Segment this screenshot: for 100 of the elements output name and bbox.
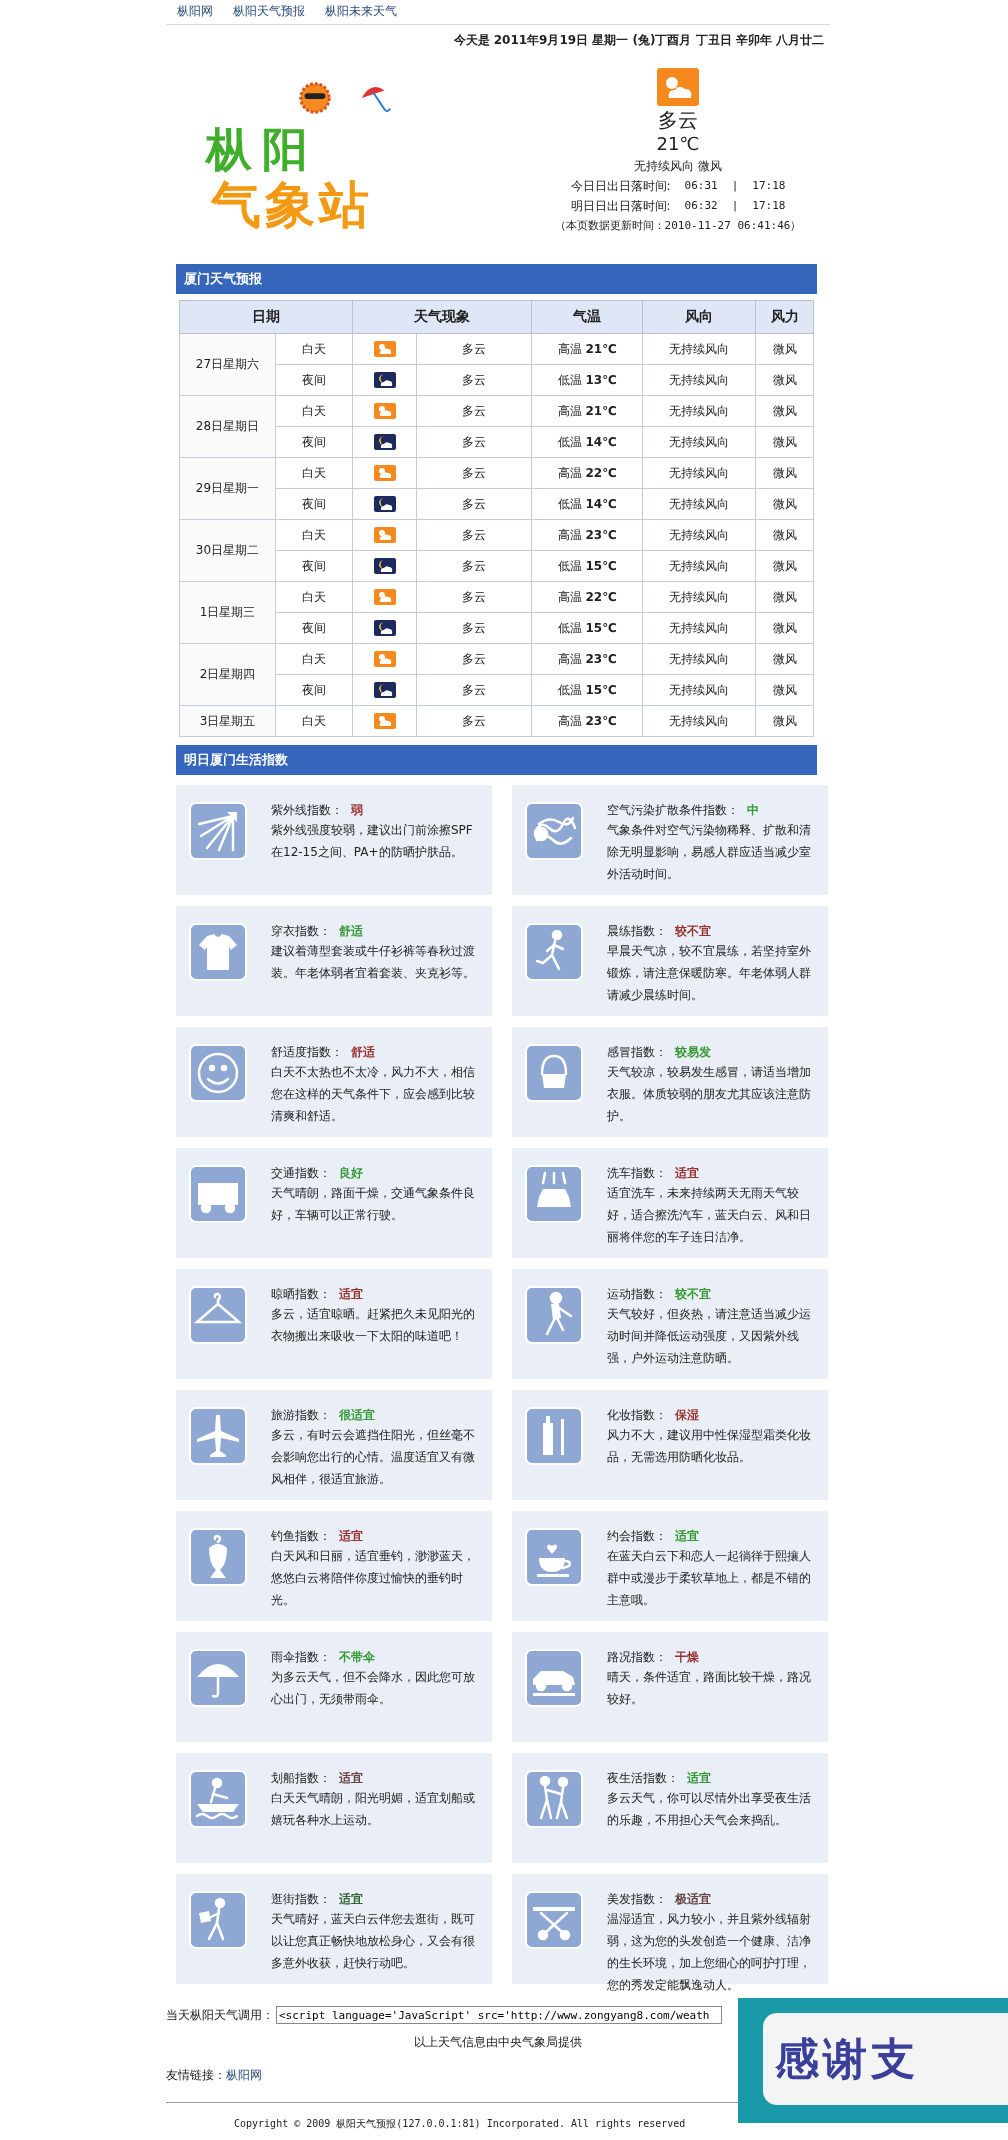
wind-direction-cell: 无持续风向 bbox=[642, 333, 756, 365]
weather-cell: 多云 bbox=[416, 550, 532, 582]
cup-icon bbox=[525, 1528, 583, 1586]
moon-cloud-icon bbox=[373, 372, 396, 388]
index-label: 路况指数： bbox=[607, 1650, 667, 1664]
index-description: 天气晴朗，路面干燥，交通气象条件良好，车辆可以正常行驶。 bbox=[271, 1185, 476, 1224]
source-note: 以上天气信息由中央气象局提供 bbox=[413, 2034, 583, 2051]
airplane-icon bbox=[189, 1407, 247, 1465]
t-shirt-icon bbox=[189, 923, 247, 981]
period-cell: 白天 bbox=[275, 519, 353, 551]
friend-link[interactable]: 枞阳网 bbox=[226, 2068, 262, 2082]
moon-cloud-icon bbox=[373, 496, 396, 512]
date-cell: 1日星期三 bbox=[179, 581, 276, 644]
wind-text: 无持续风向 微风 bbox=[634, 158, 722, 175]
index-value: 中 bbox=[747, 803, 759, 817]
moon-cloud-icon bbox=[373, 620, 396, 636]
sun-cloud-icon bbox=[373, 341, 396, 357]
index-label: 美发指数： bbox=[607, 1892, 667, 1906]
sun-icon bbox=[296, 79, 334, 117]
date-cell: 30日星期二 bbox=[179, 519, 276, 582]
index-value: 较不宜 bbox=[675, 924, 711, 938]
temperature-cell: 低温 15℃ bbox=[531, 612, 643, 644]
index-value: 适宜 bbox=[339, 1771, 363, 1785]
wind-force-cell: 微风 bbox=[756, 674, 814, 706]
index-label: 化妆指数： bbox=[607, 1408, 667, 1422]
update-time-text: （本页数据更新时间：2010-11-27 06:41:46） bbox=[554, 218, 802, 234]
wind-force-cell: 微风 bbox=[756, 612, 814, 644]
sun-time-label: 今日日出日落时间: bbox=[570, 178, 671, 195]
index-value: 适宜 bbox=[339, 1892, 363, 1906]
sun-cloud-icon bbox=[373, 651, 396, 667]
index-label: 钓鱼指数： bbox=[271, 1529, 331, 1543]
wind-direction-cell: 无持续风向 bbox=[642, 364, 756, 396]
wind-direction-cell: 无持续风向 bbox=[642, 612, 756, 644]
index-value: 很适宜 bbox=[339, 1408, 375, 1422]
index-label: 雨伞指数： bbox=[271, 1650, 331, 1664]
index-value: 较不宜 bbox=[675, 1287, 711, 1301]
weather-cell: 多云 bbox=[416, 674, 532, 706]
temperature-cell: 低温 15℃ bbox=[531, 674, 643, 706]
index-value: 舒适 bbox=[339, 924, 363, 938]
period-cell: 夜间 bbox=[275, 426, 353, 458]
index-description: 天气较好，但炎热，请注意适当减少运动时间并降低运动强度，又因紫外线强，户外运动注意防晒。 bbox=[607, 1306, 812, 1367]
sunset-time: 17:18 bbox=[752, 178, 786, 194]
nav-link[interactable]: 枞阳网 bbox=[177, 3, 213, 24]
scissors-icon bbox=[525, 1891, 583, 1949]
nav-link[interactable]: 枞阳天气预报 bbox=[233, 3, 305, 24]
column-header: 气温 bbox=[531, 300, 643, 334]
umbrella-icon bbox=[189, 1649, 247, 1707]
wind-force-cell: 微风 bbox=[756, 581, 814, 613]
column-header: 日期 bbox=[179, 300, 353, 334]
bus-icon bbox=[189, 1165, 247, 1223]
date-cell: 27日星期六 bbox=[179, 333, 276, 396]
weather-text: 多云 bbox=[658, 108, 698, 132]
index-description: 适宜洗车，未来持续两天无雨天气较好，适合擦洗汽车，蓝天白云、风和日丽将伴您的车子连日洁净。 bbox=[607, 1185, 812, 1246]
period-cell: 白天 bbox=[275, 581, 353, 613]
period-cell: 白天 bbox=[275, 705, 353, 737]
wind-direction-cell: 无持续风向 bbox=[642, 581, 756, 613]
index-description: 天气晴好，蓝天白云伴您去逛街，既可以让您真正畅快地放松身心，又会有很多意外收获，赶快行动吧。 bbox=[271, 1911, 476, 1972]
index-label: 穿衣指数： bbox=[271, 924, 331, 938]
wind-force-cell: 微风 bbox=[756, 488, 814, 520]
period-cell: 白天 bbox=[275, 457, 353, 489]
temperature-cell: 低温 15℃ bbox=[531, 550, 643, 582]
nav-link[interactable]: 枞阳未来天气 bbox=[325, 3, 397, 24]
embed-code-field[interactable]: <script language='JavaScript' src='http://www.zongyang8.com/weath bbox=[276, 2006, 722, 2024]
index-description: 晴天，条件适宜，路面比较干燥，路况较好。 bbox=[607, 1669, 812, 1708]
index-label: 夜生活指数： bbox=[607, 1771, 679, 1785]
index-value: 不带伞 bbox=[339, 1650, 375, 1664]
index-value: 极适宜 bbox=[675, 1892, 711, 1906]
index-label: 交通指数： bbox=[271, 1166, 331, 1180]
period-cell: 白天 bbox=[275, 333, 353, 365]
weather-cell: 多云 bbox=[416, 612, 532, 644]
index-description: 紫外线强度较弱，建议出门前涂擦SPF在12-15之间、PA+的防晒护肤品。 bbox=[271, 822, 474, 861]
index-description: 在蓝天白云下和恋人一起徜徉于熙攘人群中或漫步于柔软草地上，都是不错的主意哦。 bbox=[607, 1548, 812, 1609]
index-value: 弱 bbox=[351, 803, 363, 817]
weather-cell: 多云 bbox=[416, 705, 532, 737]
banner-text: 感谢支 bbox=[763, 2013, 1008, 2105]
index-label: 空气污染扩散条件指数： bbox=[607, 803, 739, 817]
temperature-cell: 低温 14℃ bbox=[531, 488, 643, 520]
weather-cell: 多云 bbox=[416, 519, 532, 551]
index-description: 建议着薄型套装或牛仔衫裤等春秋过渡装。年老体弱者宜着套装、夹克衫等。 bbox=[271, 943, 476, 982]
sunrise-time: 06:31 bbox=[684, 178, 718, 194]
runner-icon bbox=[525, 923, 583, 981]
index-description: 白天不太热也不太冷，风力不大，相信您在这样的天气条件下，应会感到比较清爽和舒适。 bbox=[271, 1064, 476, 1125]
wind-direction-cell: 无持续风向 bbox=[642, 550, 756, 582]
smiley-icon bbox=[189, 1044, 247, 1102]
index-description: 天气较凉，较易发生感冒，请适当增加衣服。体质较弱的朋友尤其应该注意防护。 bbox=[607, 1064, 812, 1125]
index-description: 多云天气，你可以尽情外出享受夜生活的乐趣，不用担心天气会来捣乱。 bbox=[607, 1790, 812, 1829]
wind-icon bbox=[525, 802, 583, 860]
period-cell: 夜间 bbox=[275, 364, 353, 396]
site-logo: 枞阳 气象站 bbox=[206, 54, 466, 244]
index-value: 适宜 bbox=[675, 1166, 699, 1180]
index-label: 感冒指数： bbox=[607, 1045, 667, 1059]
wind-force-cell: 微风 bbox=[756, 364, 814, 396]
period-cell: 夜间 bbox=[275, 674, 353, 706]
date-cell: 2日星期四 bbox=[179, 643, 276, 706]
sun-cloud-icon bbox=[657, 68, 699, 106]
moon-cloud-icon bbox=[373, 434, 396, 450]
weather-cell: 多云 bbox=[416, 364, 532, 396]
index-value: 干燥 bbox=[675, 1650, 699, 1664]
floating-banner[interactable]: 感谢支 bbox=[738, 1998, 1008, 2123]
date-cell: 29日星期一 bbox=[179, 457, 276, 520]
